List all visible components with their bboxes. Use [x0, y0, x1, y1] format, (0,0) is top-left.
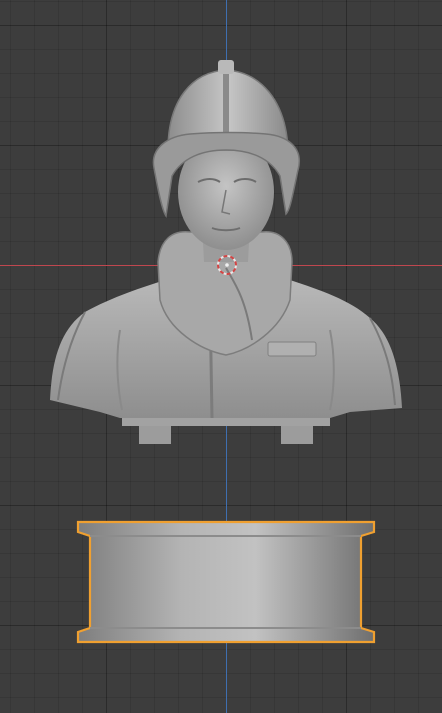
cylinder-base[interactable]	[76, 520, 376, 644]
selection-outline	[76, 520, 376, 644]
chest-pocket	[267, 341, 317, 357]
bust-model[interactable]	[50, 60, 402, 444]
scene-objects	[50, 60, 402, 644]
helmet-crest	[218, 60, 234, 74]
3d-viewport[interactable]	[0, 0, 442, 713]
